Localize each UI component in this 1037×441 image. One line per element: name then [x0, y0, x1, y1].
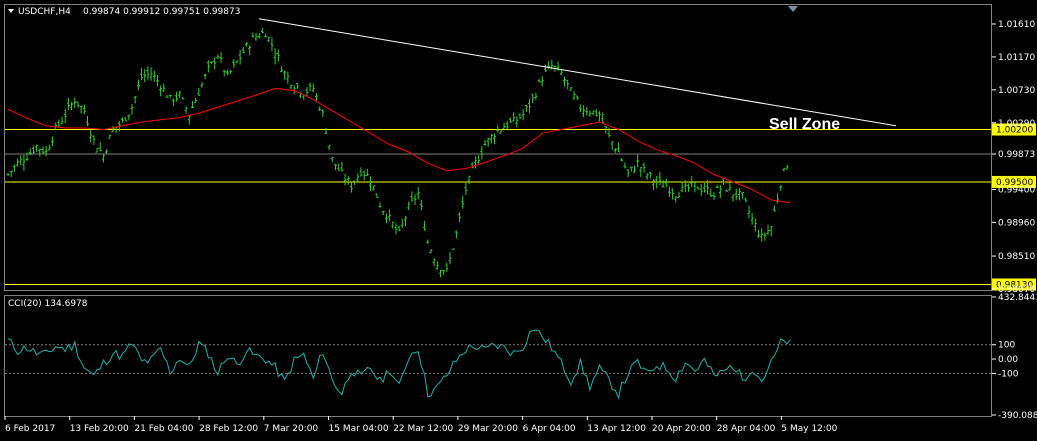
price-axis: 1.01610 1.01170 1.00730 1.00290 0.99873 0.994…	[992, 20, 1035, 295]
date-tick-label: 28 Apr 04:00	[717, 424, 776, 434]
date-tick-label: 28 Feb 12:00	[199, 424, 258, 434]
price-tick-label: 0.99400	[998, 185, 1035, 195]
price-tick-label: 1.01170	[998, 53, 1035, 63]
date-tick-label: 5 May 12:00	[781, 424, 837, 434]
price-tick-label: 0.98960	[998, 218, 1035, 228]
chart-background	[0, 0, 1037, 441]
ohlc-values: 0.99874 0.99912 0.99751 0.99873	[83, 7, 240, 17]
cci-tick-label: 100	[998, 341, 1015, 351]
price-tick-label: 1.01610	[998, 20, 1035, 30]
cci-tick-label: -390.0885	[998, 411, 1037, 421]
date-tick-label: 6 Apr 04:00	[523, 424, 576, 434]
cci-tick-label: 0.00	[998, 355, 1018, 365]
cci-tick-label: 432.8441	[998, 293, 1037, 303]
price-tick-label: 0.98510	[998, 252, 1035, 262]
sell-zone-label: Sell Zone	[769, 116, 840, 133]
date-tick-label: 13 Apr 12:00	[587, 424, 646, 434]
date-tick-label: 13 Feb 20:00	[70, 424, 129, 434]
date-tick-label: 22 Mar 12:00	[393, 424, 453, 434]
cci-label: CCI(20) 134.6978	[8, 299, 88, 309]
symbol-label: USDCHF,H4	[18, 7, 71, 17]
date-tick-label: 6 Feb 2017	[5, 424, 55, 434]
date-tick-label: 15 Mar 04:00	[329, 424, 389, 434]
date-tick-label: 29 Mar 20:00	[458, 424, 518, 434]
cci-tick-label: -100	[998, 369, 1019, 379]
price-tick-label: 1.00730	[998, 86, 1035, 96]
chart-canvas: 1.002000.995000.98130 1.016101.011701.00…	[0, 0, 1037, 441]
price-tick-label: 1.00290	[998, 119, 1035, 129]
date-tick-label: 20 Apr 20:00	[652, 424, 711, 434]
date-tick-label: 21 Feb 04:00	[134, 424, 193, 434]
date-tick-label: 7 Mar 20:00	[264, 424, 319, 434]
price-tick-label: 0.99873	[998, 150, 1035, 160]
